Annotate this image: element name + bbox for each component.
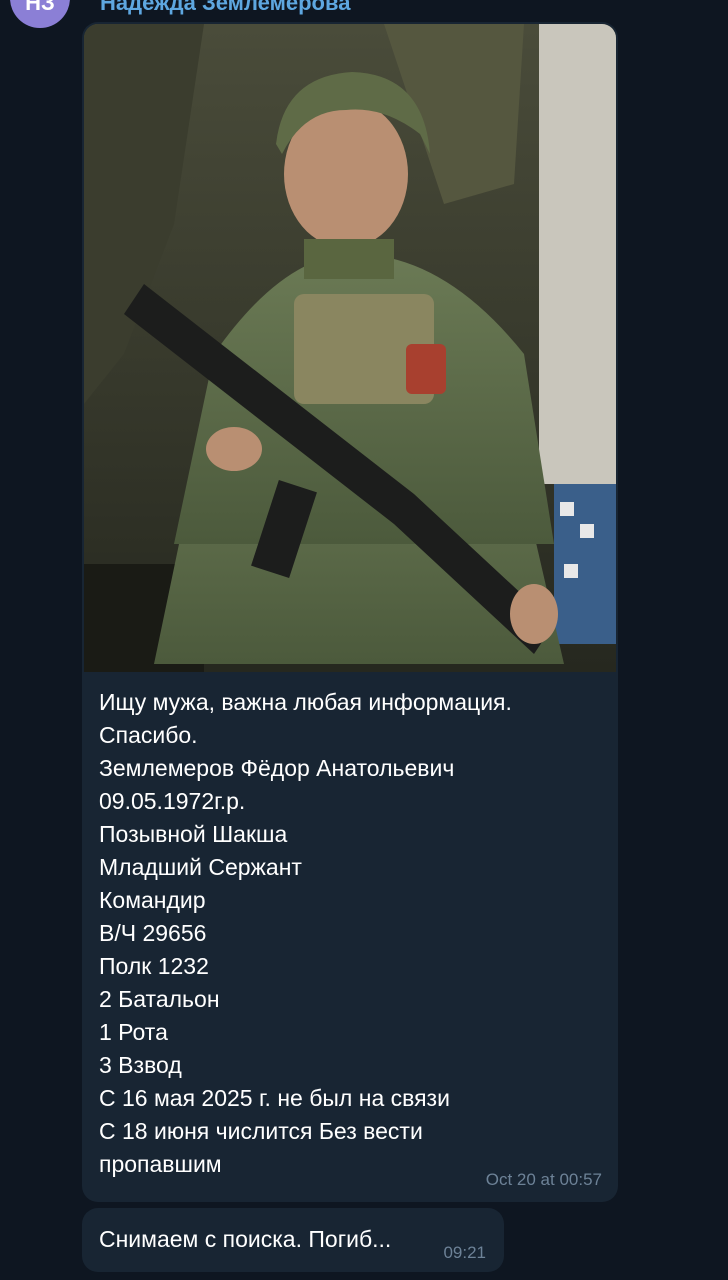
soldier-photo-icon [84,24,616,672]
message-bubble[interactable]: Снимаем с поиска. Погиб... 09:21 [82,1208,504,1272]
message-line: Младший Сержант [99,854,302,880]
avatar[interactable]: НЗ [10,0,70,28]
message-time: Oct 20 at 00:57 [485,1170,602,1189]
message-line: 09.05.1972г.р. [99,788,246,814]
message-line: Ищу мужа, важна любая информация. [99,689,512,715]
message-line: Землемеров Фёдор Анатольевич [99,755,455,781]
message-line: 3 Взвод [99,1052,182,1078]
sender-name[interactable]: Надежда Землемерова [100,0,350,16]
message-line: В/Ч 29656 [99,920,207,946]
message-photo[interactable] [84,24,616,672]
message-line: Командир [99,887,206,913]
message-line: 2 Батальон [99,986,220,1012]
message-line: Позывной Шакша [99,821,288,847]
avatar-initials: НЗ [25,0,55,15]
message-text: Снимаем с поиска. Погиб... [99,1226,392,1252]
message-line: С 16 мая 2025 г. не был на связи [99,1085,450,1111]
message-line: Полк 1232 [99,953,209,979]
message-time: 09:21 [443,1243,486,1262]
message-bubble[interactable]: Ищу мужа, важна любая информация. Спасиб… [82,22,618,1202]
message-text: Ищу мужа, важна любая информация. Спасиб… [99,686,599,1181]
message-line: Спасибо. [99,722,198,748]
message-line: 1 Рота [99,1019,168,1045]
message-line: С 18 июня числится Без вести [99,1118,423,1144]
